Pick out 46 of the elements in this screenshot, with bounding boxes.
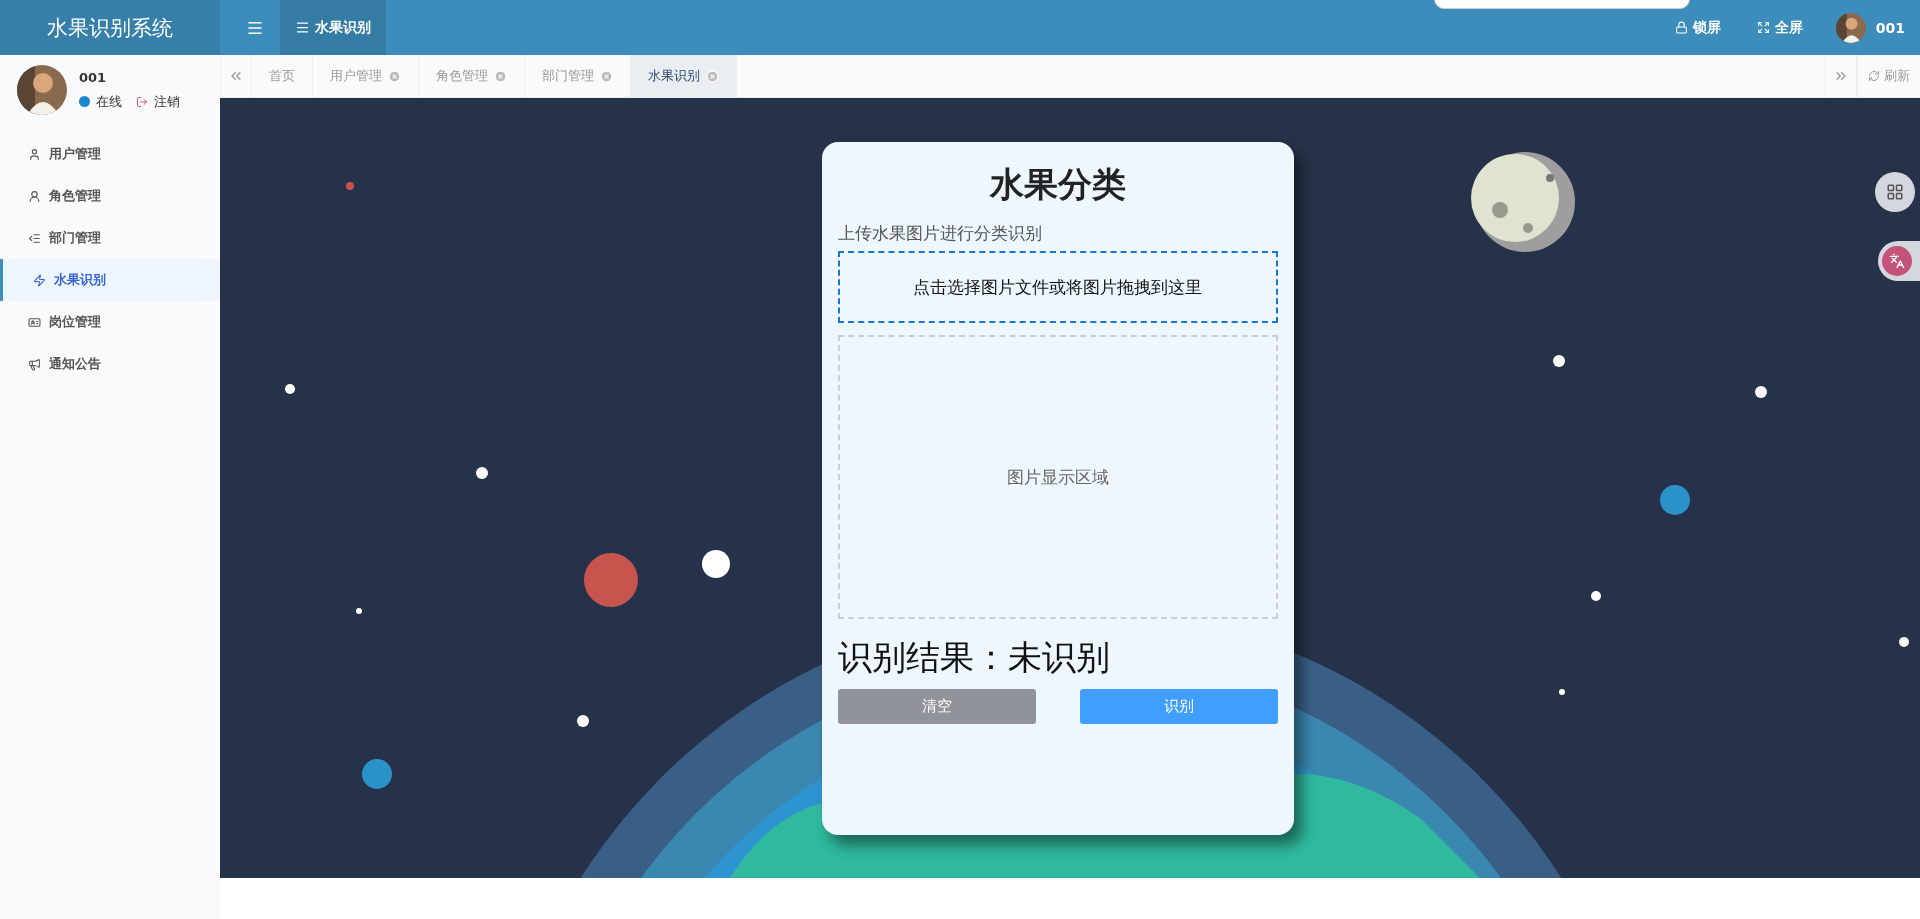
id-card-icon	[28, 315, 41, 329]
menu-icon	[295, 20, 310, 35]
logout-link[interactable]: 注销	[154, 92, 180, 111]
expand-icon	[1756, 21, 1770, 34]
user-icon	[28, 147, 41, 161]
tab[interactable]: 角色管理	[419, 55, 525, 97]
close-icon[interactable]	[388, 69, 401, 83]
tab[interactable]: 首页	[252, 55, 313, 97]
upload-drop-zone[interactable]: 点击选择图片文件或将图片拖拽到这里	[837, 251, 1278, 323]
scroll-right-button[interactable]	[1825, 55, 1857, 97]
refresh-icon	[1868, 70, 1880, 82]
tab[interactable]: 用户管理	[313, 55, 419, 97]
sidebar-item[interactable]: 岗位管理	[0, 301, 220, 343]
sidebar-item[interactable]: 用户管理	[0, 133, 220, 175]
online-dot-icon	[79, 96, 90, 107]
sidebar-item[interactable]: 水果识别	[0, 259, 220, 301]
image-preview-area: 图片显示区域	[837, 335, 1278, 619]
close-icon[interactable]	[494, 69, 507, 83]
card-subtitle: 上传水果图片进行分类识别	[837, 222, 1043, 245]
recognize-button[interactable]: 识别	[1079, 689, 1278, 724]
close-icon[interactable]	[600, 69, 613, 83]
clear-button[interactable]: 清空	[837, 689, 1036, 724]
megaphone-icon	[28, 357, 41, 371]
fullscreen-button[interactable]: 全屏	[1738, 0, 1821, 55]
person-icon	[28, 189, 41, 203]
result-text: 识别结果：未识别	[837, 636, 1111, 679]
user-name: 001	[79, 69, 108, 85]
top-nav-item[interactable]: 水果识别	[280, 0, 386, 55]
grid-icon	[1886, 183, 1904, 201]
tab[interactable]: 水果识别	[631, 55, 737, 97]
scroll-left-button[interactable]	[220, 55, 252, 97]
close-icon[interactable]	[706, 69, 719, 83]
sidebar-item[interactable]: 部门管理	[0, 217, 220, 259]
translate-icon	[1889, 253, 1905, 269]
app-title: 水果识别系统	[0, 0, 220, 55]
sidebar-item[interactable]: 通知公告	[0, 343, 220, 385]
lock-screen-button[interactable]: 锁屏	[1656, 0, 1739, 55]
status-text: 在线	[96, 92, 122, 111]
lightning-icon	[33, 273, 46, 287]
lock-icon	[1674, 21, 1688, 34]
logout-icon	[136, 95, 148, 108]
indent-list-icon	[28, 231, 41, 245]
user-menu[interactable]: 001	[1820, 0, 1920, 55]
apps-button[interactable]	[1875, 172, 1915, 212]
sidebar-item[interactable]: 角色管理	[0, 175, 220, 217]
card-title: 水果分类	[988, 163, 1127, 206]
